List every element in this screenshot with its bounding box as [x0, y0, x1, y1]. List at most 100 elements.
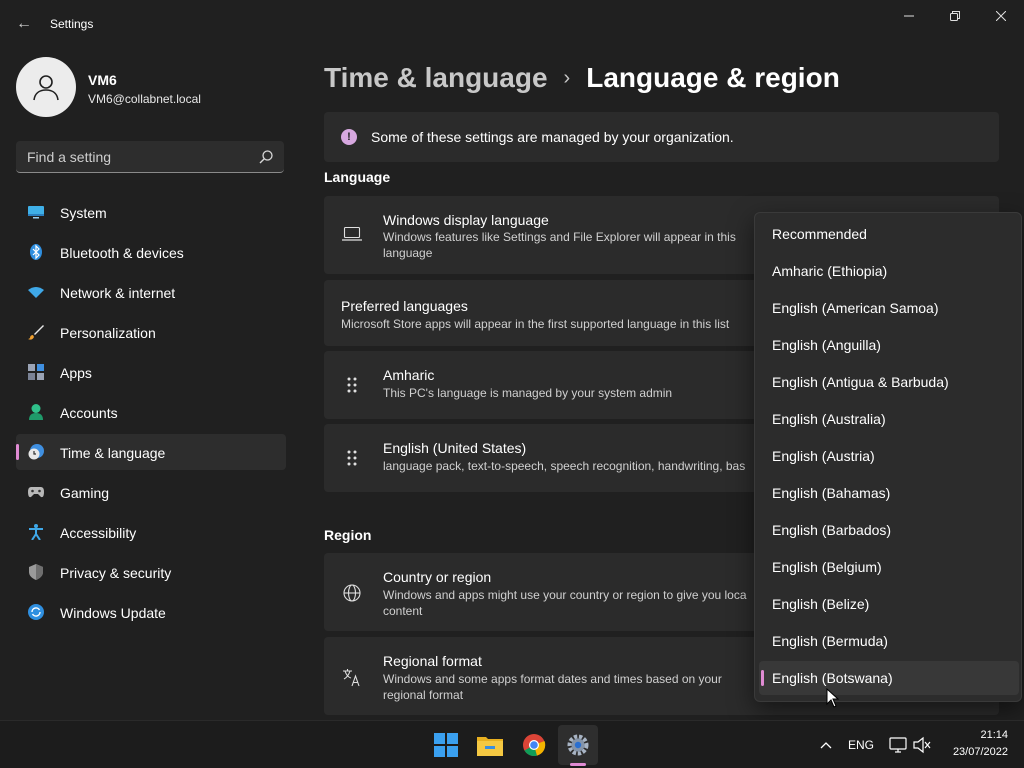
- active-app-indicator: [570, 763, 586, 766]
- dropdown-item[interactable]: English (Barbados): [759, 513, 1019, 547]
- globe-icon: [342, 583, 362, 603]
- dropdown-item-label: English (Bahamas): [772, 485, 891, 501]
- dropdown-item-label: Amharic (Ethiopia): [772, 263, 888, 279]
- regional-format-icon: [342, 667, 362, 687]
- managed-notice: ! Some of these settings are managed by …: [324, 112, 999, 162]
- sidebar-item-label: Gaming: [60, 485, 110, 501]
- drag-handle-icon[interactable]: [342, 448, 362, 468]
- wifi-icon: [28, 284, 44, 300]
- apps-icon: [28, 364, 44, 380]
- sidebar-item-accessibility[interactable]: Accessibility: [16, 514, 286, 550]
- sidebar-item-label: Network & internet: [60, 285, 176, 301]
- sidebar-item-label: Apps: [60, 365, 92, 381]
- maximize-button[interactable]: [932, 0, 978, 32]
- dropdown-item[interactable]: English (Anguilla): [759, 328, 1019, 362]
- sidebar-nav: System Bluetooth & devices Network & int…: [16, 194, 286, 634]
- title-bar: ← Settings: [0, 0, 1024, 48]
- update-icon: [28, 604, 44, 620]
- dropdown-item[interactable]: English (Austria): [759, 439, 1019, 473]
- sidebar-item-privacy[interactable]: Privacy & security: [16, 554, 286, 590]
- sidebar-item-system[interactable]: System: [16, 194, 286, 230]
- breadcrumb-parent[interactable]: Time & language: [324, 62, 548, 94]
- dropdown-item[interactable]: English (Belize): [759, 587, 1019, 621]
- sidebar-item-time-language[interactable]: Time & language: [16, 434, 286, 470]
- dropdown-item-label: English (American Samoa): [772, 300, 939, 316]
- brush-icon: [28, 324, 44, 340]
- dropdown-item-recommended[interactable]: Recommended: [759, 217, 1019, 251]
- chevron-up-icon: [820, 742, 832, 749]
- card-title: Windows display language: [383, 212, 549, 228]
- clock-time[interactable]: 21:14: [980, 729, 1008, 741]
- dropdown-item[interactable]: English (Belgium): [759, 550, 1019, 584]
- start-button[interactable]: [426, 725, 466, 765]
- back-arrow-icon: ←: [16, 15, 32, 32]
- gamepad-icon: [28, 484, 44, 500]
- section-title-region: Region: [324, 527, 372, 543]
- dropdown-item[interactable]: English (American Samoa): [759, 291, 1019, 325]
- input-language-indicator[interactable]: ENG: [848, 738, 874, 752]
- dropdown-item-label: English (Austria): [772, 448, 875, 464]
- avatar: [16, 57, 76, 117]
- taskbar-chrome[interactable]: [514, 725, 554, 765]
- settings-icon: [567, 734, 589, 756]
- close-icon: [996, 11, 1006, 21]
- laptop-icon: [342, 224, 362, 244]
- chrome-icon: [523, 734, 546, 757]
- dropdown-item[interactable]: English (Bermuda): [759, 624, 1019, 658]
- sidebar-item-apps[interactable]: Apps: [16, 354, 286, 390]
- minimize-icon: [904, 15, 914, 17]
- drag-handle-icon[interactable]: [342, 375, 362, 395]
- back-button[interactable]: ←: [12, 10, 36, 38]
- clock-globe-icon: [28, 444, 44, 460]
- display-language-dropdown-list[interactable]: Recommended Amharic (Ethiopia) English (…: [754, 212, 1022, 702]
- search-input[interactable]: [16, 141, 246, 172]
- notice-text: Some of these settings are managed by yo…: [371, 129, 734, 145]
- dropdown-item[interactable]: English (Antigua & Barbuda): [759, 365, 1019, 399]
- dropdown-item-selected[interactable]: English (Botswana): [759, 661, 1019, 695]
- clock-date[interactable]: 23/07/2022: [953, 746, 1008, 758]
- sidebar-item-label: Windows Update: [60, 605, 166, 621]
- restore-icon: [950, 11, 960, 21]
- app-title: Settings: [50, 17, 94, 31]
- search-icon[interactable]: [258, 149, 274, 165]
- close-button[interactable]: [978, 0, 1024, 32]
- chevron-right-icon: ›: [563, 66, 571, 89]
- network-monitor-icon[interactable]: [888, 735, 908, 755]
- sidebar-item-label: Accounts: [60, 405, 118, 421]
- volume-muted-icon[interactable]: [912, 735, 932, 755]
- person-avatar-icon: [33, 75, 59, 101]
- sidebar-item-label: Bluetooth & devices: [60, 245, 184, 261]
- taskbar-file-explorer[interactable]: [470, 725, 510, 765]
- dropdown-item-label: English (Belize): [772, 596, 870, 612]
- sidebar-item-accounts[interactable]: Accounts: [16, 394, 286, 430]
- card-title: Country or region: [383, 569, 492, 585]
- dropdown-item[interactable]: Amharic (Ethiopia): [759, 254, 1019, 288]
- card-description: Microsoft Store apps will appear in the …: [341, 317, 730, 331]
- sidebar-item-label: System: [60, 205, 107, 221]
- user-profile[interactable]: VM6 VM6@collabnet.local: [16, 57, 286, 117]
- minimize-button[interactable]: [886, 0, 932, 32]
- mouse-cursor-icon: [826, 688, 840, 708]
- show-hidden-icons-button[interactable]: [816, 735, 836, 755]
- dropdown-item[interactable]: English (Bahamas): [759, 476, 1019, 510]
- card-title: English (United States): [383, 440, 527, 456]
- system-icon: [28, 204, 44, 220]
- page-title: Language & region: [586, 62, 840, 93]
- sidebar-item-personalization[interactable]: Personalization: [16, 314, 286, 350]
- sidebar-item-gaming[interactable]: Gaming: [16, 474, 286, 510]
- sidebar-item-label: Privacy & security: [60, 565, 172, 581]
- sidebar-item-network[interactable]: Network & internet: [16, 274, 286, 310]
- breadcrumb: Time & language › Language & region: [324, 58, 840, 98]
- dropdown-item-label: English (Barbados): [772, 522, 892, 538]
- shield-icon: [28, 564, 44, 580]
- section-title-language: Language: [324, 169, 391, 185]
- sidebar-item-label: Personalization: [60, 325, 156, 341]
- sidebar-item-bluetooth[interactable]: Bluetooth & devices: [16, 234, 286, 270]
- info-icon: !: [341, 129, 357, 145]
- bluetooth-icon: [28, 244, 44, 260]
- dropdown-item[interactable]: English (Australia): [759, 402, 1019, 436]
- search-box[interactable]: [16, 141, 284, 173]
- card-description: Windows features like Settings and File …: [383, 230, 736, 260]
- sidebar-item-windows-update[interactable]: Windows Update: [16, 594, 286, 630]
- taskbar-settings[interactable]: [558, 725, 598, 765]
